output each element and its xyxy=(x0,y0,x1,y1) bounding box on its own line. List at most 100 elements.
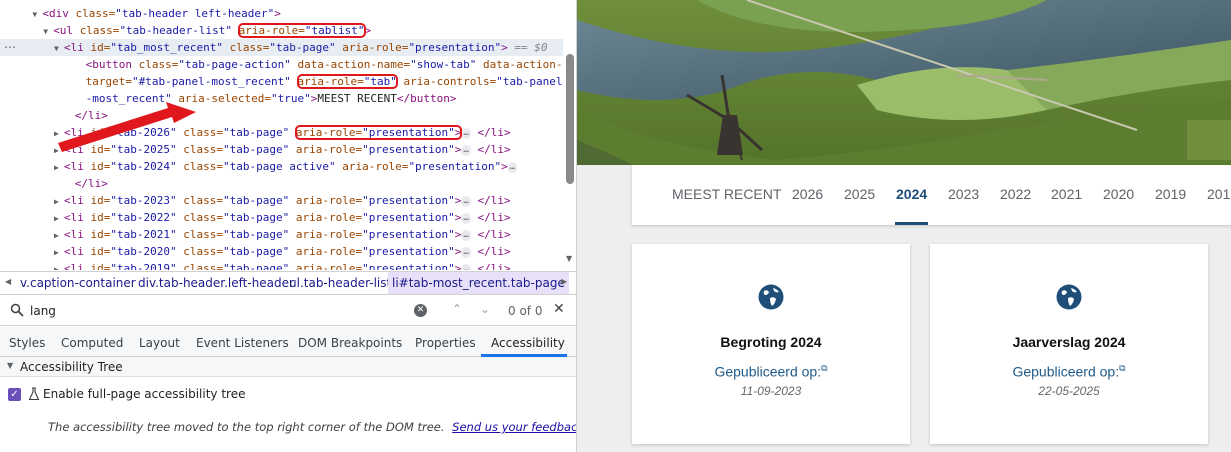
expand-children-icon[interactable]: … xyxy=(461,196,471,207)
tab-meest-recent[interactable]: MEEST RECENT xyxy=(672,186,781,202)
dom-node-line[interactable]: ▶ <li id="tab-2019" class="tab-page" aria… xyxy=(0,260,511,270)
note-text: The accessibility tree moved to the top … xyxy=(48,420,445,434)
document-card[interactable]: Begroting 2024 Gepubliceerd op:⧉ 11-09-2… xyxy=(632,244,910,444)
code-token: > xyxy=(454,211,462,224)
tab-properties[interactable]: Properties xyxy=(415,336,476,350)
collapsed-arrow-icon[interactable]: ▶ xyxy=(54,261,64,270)
expand-children-icon[interactable]: … xyxy=(461,128,471,139)
scroll-down-icon[interactable]: ▼ xyxy=(566,254,572,263)
expanded-arrow-icon[interactable]: ▼ xyxy=(54,40,64,57)
expand-children-icon[interactable]: … xyxy=(507,162,518,173)
search-bar: ✕ ⌃ ⌄ 0 of 0 ✕ xyxy=(0,296,576,326)
dom-node-line[interactable]: ▼ <li id="tab_most_recent" class="tab-pag… xyxy=(0,39,563,56)
next-match-icon[interactable]: ⌄ xyxy=(480,302,490,316)
expanded-arrow-icon[interactable]: ▼ xyxy=(32,6,42,23)
collapse-icon[interactable]: ▼ xyxy=(7,361,17,370)
tab-accessibility[interactable]: Accessibility xyxy=(491,336,565,350)
dom-node-line[interactable]: ▶ <li id="tab-2024" class="tab-page activ… xyxy=(0,158,518,176)
globe-icon xyxy=(1056,284,1082,310)
dom-node-line[interactable]: ▶ <li id="tab-2023" class="tab-page" aria… xyxy=(0,192,511,209)
expand-children-icon[interactable]: … xyxy=(461,145,471,156)
tab-dom-breakpoints[interactable]: DOM Breakpoints xyxy=(298,336,402,350)
close-search-icon[interactable]: ✕ xyxy=(553,301,565,317)
clear-search-icon[interactable]: ✕ xyxy=(414,304,427,317)
accessibility-tree-section[interactable]: ▼ Accessibility Tree xyxy=(0,357,576,377)
expand-children-icon[interactable]: … xyxy=(461,264,471,270)
card-title: Jaarverslag 2024 xyxy=(1012,334,1126,350)
accessibility-note: The accessibility tree moved to the top … xyxy=(48,420,576,434)
full-page-tree-checkbox[interactable]: ✓ xyxy=(8,388,21,401)
scrollbar-thumb[interactable] xyxy=(566,54,574,184)
code-token: <li xyxy=(64,262,91,270)
dom-node-line[interactable]: ▼ <ul class="tab-header-list" aria-role="… xyxy=(0,22,371,39)
code-token: class= xyxy=(183,194,223,207)
code-token: "tab-2021" xyxy=(110,228,184,241)
collapsed-arrow-icon[interactable]: ▶ xyxy=(54,227,64,244)
tab-event-listeners[interactable]: Event Listeners xyxy=(196,336,289,350)
code-token: </li> xyxy=(470,143,511,156)
tab-layout[interactable]: Layout xyxy=(139,336,180,350)
tab-2023[interactable]: 2023 xyxy=(948,186,979,202)
search-input[interactable] xyxy=(30,302,400,320)
code-token: id= xyxy=(90,262,111,270)
dom-node-line[interactable]: ▶ <li id="tab-2025" class="tab-page" aria… xyxy=(0,141,511,158)
collapsed-arrow-icon[interactable]: ▶ xyxy=(54,210,64,227)
dom-node-line[interactable]: ▼ <div class="tab-header left-header"> xyxy=(0,5,280,23)
tab-2024[interactable]: 2024 xyxy=(896,186,927,202)
breadcrumb-item-selected[interactable]: li#tab-most_recent.tab-page xyxy=(388,272,569,294)
tab-2025[interactable]: 2025 xyxy=(844,186,875,202)
collapsed-arrow-icon[interactable]: ▶ xyxy=(54,193,64,210)
tab-2019[interactable]: 2019 xyxy=(1155,186,1186,202)
collapsed-arrow-icon[interactable]: ▶ xyxy=(54,142,64,159)
expand-children-icon[interactable]: … xyxy=(461,230,471,241)
code-token: aria-role= xyxy=(295,126,363,139)
breadcrumb-item[interactable]: v.caption-container xyxy=(20,276,136,290)
external-link-icon: ⧉ xyxy=(1119,363,1126,373)
code-token: "show-tab" xyxy=(410,58,483,71)
dom-node-line[interactable]: <button class="tab-page-action" data-act… xyxy=(0,56,563,73)
feedback-link[interactable]: Send us your feedback. xyxy=(452,420,576,434)
collapsed-arrow-icon[interactable]: ▶ xyxy=(54,159,64,176)
published-link[interactable]: Gepubliceerd op:⧉ xyxy=(930,363,1208,380)
dom-node-line[interactable]: target="#tab-panel-most_recent" aria-rol… xyxy=(0,73,562,90)
tab-2021[interactable]: 2021 xyxy=(1051,186,1082,202)
dom-node-line[interactable]: ▶ <li id="tab-2026" class="tab-page" aria… xyxy=(0,124,511,141)
document-card[interactable]: Jaarverslag 2024 Gepubliceerd op:⧉ 22-05… xyxy=(930,244,1208,444)
dom-node-line[interactable]: ▶ <li id="tab-2022" class="tab-page" aria… xyxy=(0,209,511,226)
tab-2026[interactable]: 2026 xyxy=(792,186,823,202)
code-token: "#tab-panel-most_recent" xyxy=(131,75,298,88)
previous-match-icon[interactable]: ⌃ xyxy=(452,302,462,316)
tab-2018[interactable]: 201 xyxy=(1207,186,1230,202)
code-token: class= xyxy=(183,228,223,241)
dom-node-line[interactable]: </li> xyxy=(0,107,108,124)
option-label: Enable full-page accessibility tree xyxy=(43,387,246,401)
dom-node-line[interactable]: </li> xyxy=(0,175,108,192)
dom-node-line[interactable]: ▶ <li id="tab-2020" class="tab-page" aria… xyxy=(0,243,511,260)
collapsed-arrow-icon[interactable]: ▶ xyxy=(54,244,64,261)
tab-2020[interactable]: 2020 xyxy=(1103,186,1134,202)
dom-node-line[interactable]: -most_recent" aria-selected="true">MEEST… xyxy=(0,90,457,107)
breadcrumb-item[interactable]: ul.tab-header-list xyxy=(289,276,391,290)
dom-tree-scrollbar[interactable]: ▼ xyxy=(563,40,576,270)
tab-2022[interactable]: 2022 xyxy=(1000,186,1031,202)
dom-tree[interactable]: ▼ <div class="tab-header left-header"> ▼ <u… xyxy=(0,0,563,270)
code-token: > xyxy=(501,160,508,173)
tab-styles[interactable]: Styles xyxy=(9,336,45,350)
code-token: aria-role= xyxy=(295,143,363,156)
code-token: <li xyxy=(64,143,91,156)
published-link[interactable]: Gepubliceerd op:⧉ xyxy=(632,363,910,380)
expand-children-icon[interactable]: … xyxy=(461,213,471,224)
web-page: MEEST RECENT 2026 2025 2024 2023 2022 20… xyxy=(577,0,1231,452)
expanded-arrow-icon[interactable]: ▼ xyxy=(43,23,53,40)
expand-children-icon[interactable]: … xyxy=(461,247,471,258)
code-token: "tab-header-list" xyxy=(119,24,239,37)
more-options-icon[interactable]: ⋯ xyxy=(4,40,16,54)
collapsed-arrow-icon[interactable]: ▶ xyxy=(54,125,64,142)
breadcrumb-left-icon[interactable]: ◀ xyxy=(5,277,11,286)
breadcrumb-item[interactable]: div.tab-header.left-header xyxy=(138,276,294,290)
external-link-icon: ⧉ xyxy=(821,363,828,373)
code-token: <li xyxy=(64,126,91,139)
breadcrumb-right-icon[interactable]: ▶ xyxy=(561,277,567,286)
tab-computed[interactable]: Computed xyxy=(61,336,123,350)
dom-node-line[interactable]: ▶ <li id="tab-2021" class="tab-page" aria… xyxy=(0,226,511,243)
